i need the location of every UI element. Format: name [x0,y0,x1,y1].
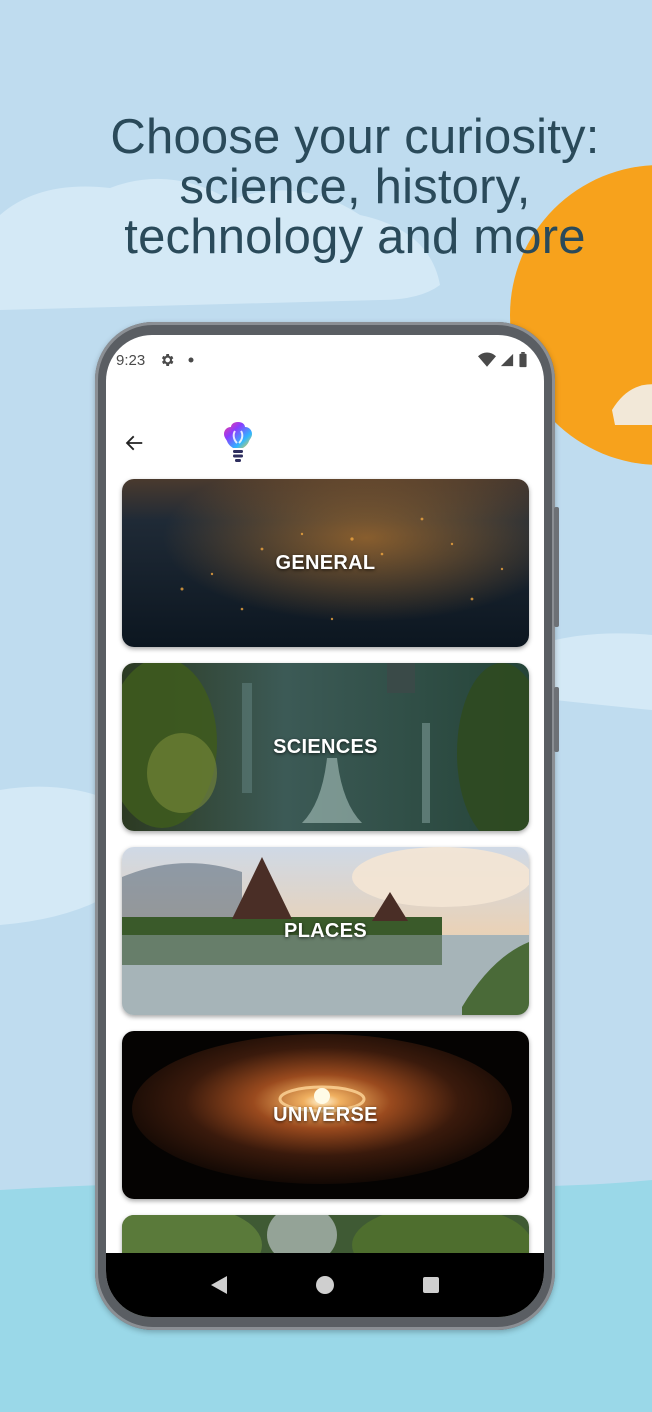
arrow-left-icon [125,435,143,451]
app-bar [106,415,544,471]
nav-home-button[interactable] [305,1265,345,1305]
phone-volume-button [554,507,559,627]
lightbulb-logo-icon [224,422,252,462]
phone-power-button [554,687,559,752]
category-card-general[interactable]: GENERAL [122,479,529,647]
battery-icon [519,352,527,368]
category-label-sciences: SCIENCES [273,735,378,758]
status-bar: 9:23 [106,335,544,385]
headline-line-2: science, history, [179,160,531,214]
status-icons-right [478,352,528,368]
category-label-places: PLACES [284,919,367,942]
category-card-universe[interactable]: UNIVERSE [122,1031,529,1199]
back-triangle-icon [211,1276,227,1294]
category-card-places[interactable]: PLACES [122,847,529,1015]
cloud-right [555,633,652,710]
signal-icon [500,353,514,367]
back-button[interactable] [118,427,150,459]
recents-square-icon [423,1277,439,1293]
nav-back-button[interactable] [199,1265,239,1305]
headline: Choose your curiosity: science, history,… [60,112,650,262]
category-label-general: GENERAL [275,551,376,574]
wifi-icon [478,352,496,367]
phone-screen: 9:23 GENERAL SCIENCES PLACES UNIVERSE [106,335,544,1317]
status-time: 9:23 [116,351,146,369]
notification-dot-icon [188,357,194,363]
headline-line-1: Choose your curiosity: [110,110,600,164]
category-label-universe: UNIVERSE [273,1103,378,1126]
home-circle-icon [316,1276,334,1294]
phone-frame: 9:23 GENERAL SCIENCES PLACES UNIVERSE [95,322,559,1330]
settings-icon [162,354,174,366]
headline-line-3: technology and more [124,210,586,264]
system-nav-bar [106,1253,544,1317]
nav-recents-button[interactable] [411,1265,451,1305]
category-card-sciences[interactable]: SCIENCES [122,663,529,831]
